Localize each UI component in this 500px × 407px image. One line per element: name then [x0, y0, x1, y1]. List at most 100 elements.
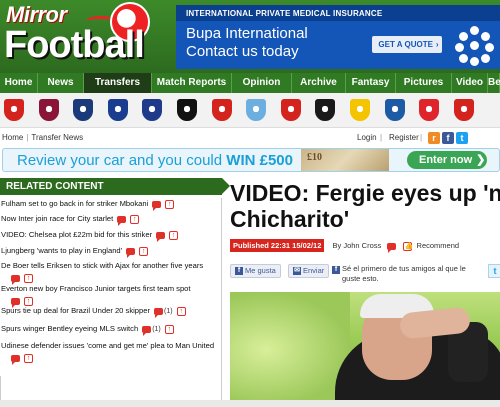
comment-icon[interactable] — [152, 200, 162, 211]
related-item[interactable]: Udinese defender issues 'come and get me… — [1, 341, 221, 365]
thumbs-up-icon[interactable]: ↑ — [169, 230, 179, 240]
related-item-title[interactable]: Fulham set to go back in for striker Mbo… — [1, 199, 148, 208]
enter-now-button[interactable]: Enter now ❯ — [407, 151, 487, 169]
bottom-strip — [0, 400, 500, 407]
thumbs-up-icon[interactable]: 👍 — [403, 241, 413, 251]
comment-icon[interactable] — [142, 325, 152, 336]
comment-icon[interactable] — [156, 231, 166, 242]
thumbs-up-icon[interactable]: ↑ — [164, 324, 174, 334]
nav-item-bet[interactable]: Bet — [488, 73, 500, 93]
facebook-icon: f — [235, 267, 243, 276]
club-crest-icon[interactable] — [453, 99, 474, 121]
club-crest-icon[interactable] — [176, 99, 197, 121]
related-item[interactable]: Now Inter join race for City starlet ↑ — [1, 214, 221, 226]
carad-win: WIN £500 — [226, 152, 293, 169]
thumbs-up-icon[interactable]: ↑ — [24, 273, 33, 283]
get-a-quote-button[interactable]: GET A QUOTE › — [372, 36, 442, 53]
thumbs-up-icon[interactable]: ↑ — [176, 306, 186, 316]
nav-item-news[interactable]: News — [38, 73, 84, 93]
related-item-title[interactable]: Udinese defender issues 'come and get me… — [1, 341, 214, 350]
enter-now-label: Enter now — [419, 154, 473, 166]
comment-icon[interactable] — [11, 274, 20, 285]
breadcrumb-separator: | — [26, 133, 29, 142]
thumbs-up-icon[interactable]: ↑ — [139, 246, 149, 256]
comment-icon[interactable] — [11, 354, 20, 365]
breadcrumb-home[interactable]: Home — [2, 133, 23, 142]
login-link[interactable]: Login — [357, 133, 377, 142]
facebook-icon[interactable]: f — [442, 132, 454, 144]
club-crest-icon[interactable] — [419, 99, 440, 121]
carad-text-main: Review your car and you could — [17, 152, 227, 169]
related-item[interactable]: Spurs winger Bentley eyeing MLS switch (1… — [1, 324, 221, 336]
twitter-button[interactable]: t — [488, 264, 500, 278]
published-badge: Published 22:31 15/02/12 — [230, 239, 325, 252]
comment-icon[interactable] — [387, 242, 397, 253]
thumbs-up-icon[interactable]: ↑ — [130, 214, 140, 224]
nav-item-video[interactable]: Video — [452, 73, 488, 93]
recommend-link[interactable]: Recommend — [417, 241, 460, 250]
header-arrow — [222, 178, 230, 194]
photo-background — [230, 292, 350, 407]
related-item[interactable]: Fulham set to go back in for striker Mbo… — [1, 199, 221, 211]
site-header: Mirror Football INTERNATIONAL PRIVATE ME… — [0, 0, 500, 75]
club-crest-icon[interactable] — [211, 99, 232, 121]
nav-item-archive[interactable]: Archive — [292, 73, 346, 93]
related-item[interactable]: VIDEO: Chelsea plot £22m bid for this st… — [1, 230, 221, 242]
author[interactable]: By John Cross — [332, 241, 381, 250]
twitter-icon[interactable]: t — [456, 132, 468, 144]
rss-icon[interactable]: r — [428, 132, 440, 144]
nav-item-opinion[interactable]: Opinion — [232, 73, 292, 93]
related-item-title[interactable]: VIDEO: Chelsea plot £22m bid for this st… — [1, 230, 152, 239]
club-crest-icon[interactable] — [142, 99, 163, 121]
breadcrumb: Home | Transfer News Login | Register | r … — [0, 131, 500, 145]
related-item[interactable]: De Boer tells Eriksen to stick with Ajax… — [1, 261, 221, 285]
facebook-like-button[interactable]: f Me gusta — [230, 264, 281, 278]
register-link[interactable]: Register — [389, 133, 419, 142]
club-crest-icon[interactable] — [384, 99, 405, 121]
comment-icon[interactable] — [154, 307, 163, 318]
nav-item-home[interactable]: Home — [0, 73, 38, 93]
related-item-title[interactable]: Everton new boy Francisco Junior targets… — [1, 284, 191, 293]
bupa-advert[interactable]: INTERNATIONAL PRIVATE MEDICAL INSURANCE … — [176, 5, 500, 69]
comment-icon[interactable] — [11, 297, 20, 308]
car-insurance-banner[interactable]: Review your car and you could WIN £500 £… — [2, 148, 500, 172]
club-crest-icon[interactable] — [246, 99, 267, 121]
related-item-title[interactable]: Now Inter join race for City starlet — [1, 214, 113, 223]
club-crest-icon[interactable] — [280, 99, 301, 121]
club-crest-icon[interactable] — [38, 99, 59, 121]
related-item[interactable]: Ljungberg 'wants to play in England' ↑ — [1, 246, 221, 258]
facebook-send-button[interactable]: ✉ Enviar — [288, 264, 330, 278]
club-crest-icon[interactable] — [315, 99, 336, 121]
related-item[interactable]: Spurs tie up deal for Brazil Under 20 sk… — [1, 306, 221, 318]
comment-icon[interactable] — [126, 247, 136, 258]
mirror-football-logo[interactable]: Mirror Football — [4, 2, 174, 72]
thumbs-up-icon[interactable]: ↑ — [24, 296, 33, 306]
related-item-title[interactable]: Ljungberg 'wants to play in England' — [1, 246, 122, 255]
nav-item-transfers[interactable]: Transfers — [84, 73, 152, 93]
related-item-title[interactable]: Spurs tie up deal for Brazil Under 20 sk… — [1, 306, 150, 315]
nav-item-match-reports[interactable]: Match Reports — [152, 73, 232, 93]
breadcrumb-divider: | — [420, 133, 423, 142]
related-item-title[interactable]: De Boer tells Eriksen to stick with Ajax… — [1, 261, 203, 270]
facebook-social-bar: f Me gusta ✉ Enviar f Sé el primero de tus… — [230, 264, 500, 286]
breadcrumb-transfer-news[interactable]: Transfer News — [31, 133, 83, 142]
carad-text: Review your car and you could WIN £500 — [17, 152, 293, 169]
club-crest-icon[interactable] — [107, 99, 128, 121]
related-item[interactable]: Everton new boy Francisco Junior targets… — [1, 284, 221, 308]
comment-icon[interactable] — [117, 215, 127, 226]
thumbs-up-icon[interactable]: ↑ — [165, 199, 175, 209]
thumbs-up-icon[interactable]: ↑ — [24, 353, 33, 363]
club-crest-icon[interactable] — [73, 99, 94, 121]
related-list: Fulham set to go back in for striker Mbo… — [0, 198, 222, 378]
related-item-title[interactable]: Spurs winger Bentley eyeing MLS switch — [1, 324, 138, 333]
club-crest-icon[interactable] — [4, 99, 24, 121]
article-headline: VIDEO: Fergie eyes up 'n Chicharito' — [230, 180, 500, 232]
send-label: Enviar — [303, 266, 325, 275]
breadcrumb-divider: | — [380, 133, 383, 142]
nav-item-fantasy[interactable]: Fantasy — [346, 73, 396, 93]
article-photo[interactable] — [230, 292, 500, 407]
comment-count: (1) — [164, 307, 173, 315]
nav-item-pictures[interactable]: Pictures — [396, 73, 452, 93]
chevron-right-icon: › — [435, 40, 439, 49]
club-crest-icon[interactable] — [349, 99, 370, 121]
